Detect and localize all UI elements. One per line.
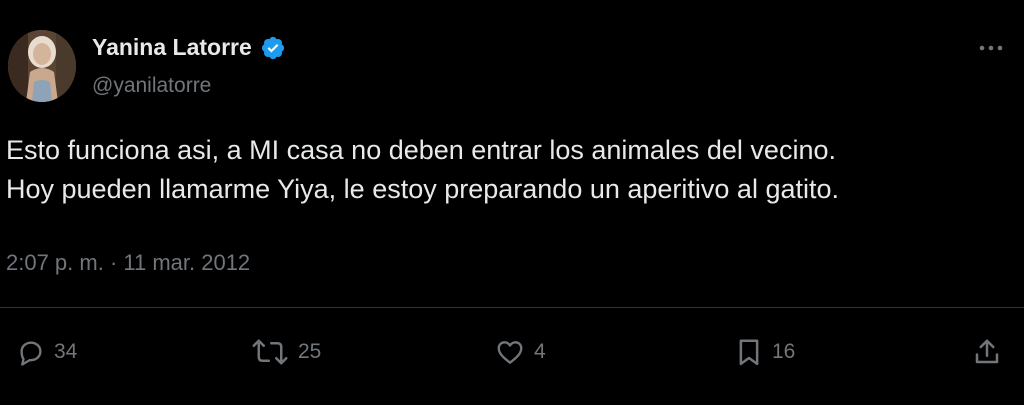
action-bar: 34 25 4 16 — [0, 330, 1024, 374]
bookmark-button[interactable]: 16 — [734, 330, 795, 374]
avatar[interactable] — [8, 30, 76, 102]
tweet-text-line: Esto funciona asi, a MI casa no deben en… — [6, 135, 836, 165]
divider — [0, 307, 1024, 308]
reply-count: 34 — [54, 340, 78, 363]
retweet-arrows-icon — [250, 337, 290, 367]
like-count: 4 — [534, 340, 546, 363]
author-handle[interactable]: @yanilatorre — [92, 74, 211, 98]
more-dots-icon[interactable] — [976, 38, 1006, 58]
reply-button[interactable]: 34 — [16, 330, 77, 374]
share-button[interactable] — [972, 330, 1002, 374]
avatar-image — [8, 30, 76, 102]
tweet-text-line: Hoy pueden llamarme Yiya, le estoy prepa… — [6, 174, 839, 204]
verified-badge-icon — [260, 35, 286, 61]
retweet-button[interactable]: 25 — [250, 330, 321, 374]
reply-bubble-icon — [16, 337, 46, 367]
author-display-name[interactable]: Yanina Latorre — [92, 34, 252, 61]
tweet-card: Yanina Latorre @yanilatorre Esto funcion… — [0, 0, 1024, 405]
bookmark-icon — [734, 336, 764, 368]
tweet-timestamp[interactable]: 2:07 p. m. · 11 mar. 2012 — [6, 250, 250, 276]
heart-icon — [494, 337, 526, 367]
author-name-row: Yanina Latorre — [92, 34, 286, 61]
tweet-text: Esto funciona asi, a MI casa no deben en… — [6, 131, 1006, 209]
retweet-count: 25 — [298, 340, 322, 363]
like-button[interactable]: 4 — [494, 330, 546, 374]
bookmark-count: 16 — [772, 340, 796, 363]
share-upload-icon — [972, 336, 1002, 368]
